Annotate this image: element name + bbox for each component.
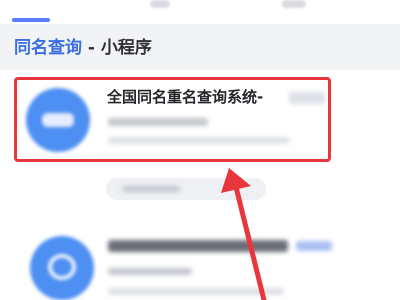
- red-arrow-icon: [221, 168, 267, 300]
- arrow-shaft: [233, 184, 267, 300]
- arrow-head: [221, 168, 251, 193]
